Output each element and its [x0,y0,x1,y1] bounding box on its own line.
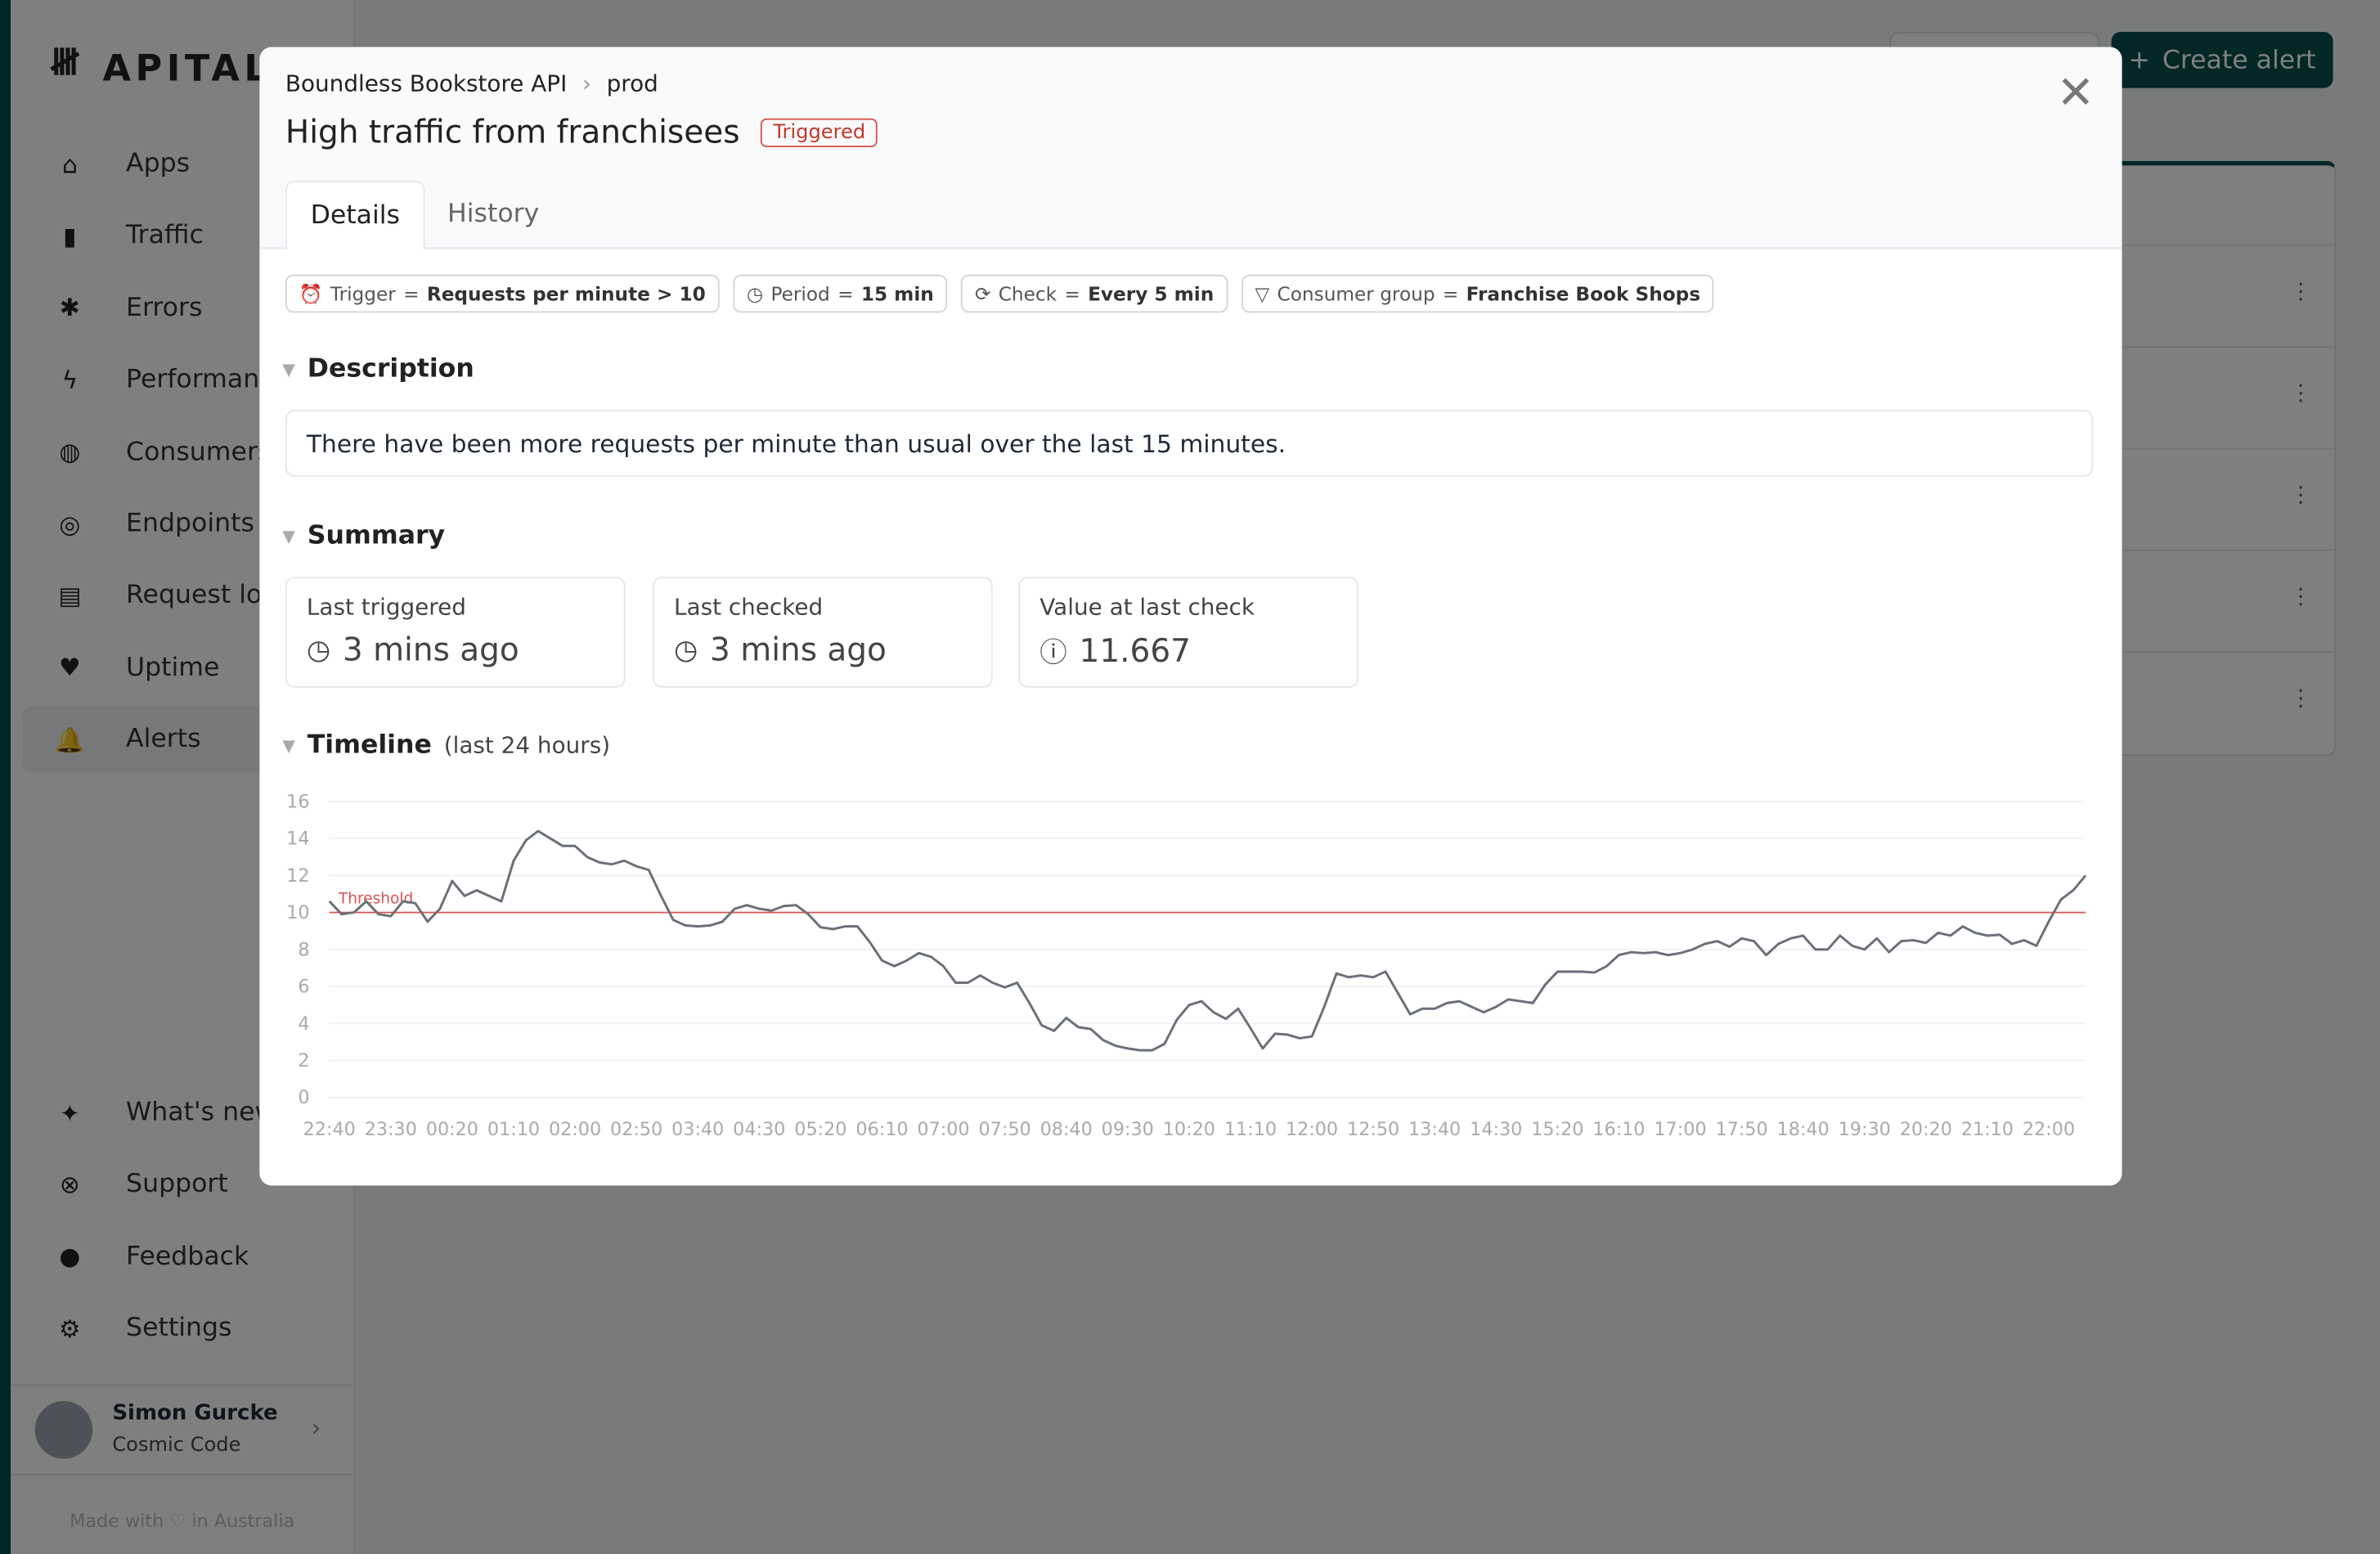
x-tick-label: 12:50 [1347,1119,1399,1140]
x-tick-label: 13:40 [1408,1119,1461,1140]
x-tick-label: 22:00 [2023,1119,2075,1140]
x-tick-label: 14:30 [1470,1119,1522,1140]
x-tick-label: 15:20 [1531,1119,1583,1140]
x-tick-label: 01:10 [487,1119,540,1140]
y-tick-label: 8 [298,939,309,960]
x-tick-label: 02:50 [610,1119,662,1140]
x-tick-label: 10:20 [1163,1119,1215,1140]
x-tick-label: 17:00 [1654,1119,1706,1140]
x-tick-label: 20:20 [1900,1119,1952,1140]
y-tick-label: 6 [298,977,309,998]
x-tick-label: 11:10 [1224,1119,1277,1140]
y-tick-label: 2 [298,1050,309,1071]
x-tick-label: 08:40 [1040,1119,1093,1140]
timeline-chart: 0 2 4 6 8 10 12 14 16 22:40 23:30 00:20 01:10 02:00 02… [286,791,2087,1140]
x-tick-label: 16:10 [1592,1119,1645,1140]
x-tick-label: 05:20 [794,1119,846,1140]
y-tick-label: 0 [298,1087,309,1108]
x-tick-label: 12:00 [1286,1119,1338,1140]
x-tick-label: 09:30 [1102,1119,1154,1140]
x-tick-label: 07:00 [917,1119,969,1140]
y-tick-label: 12 [286,865,309,887]
x-tick-label: 21:10 [1961,1119,2014,1140]
y-tick-label: 4 [298,1013,309,1035]
x-tick-label: 02:00 [549,1119,601,1140]
threshold-label: Threshold [338,890,413,907]
x-tick-label: 03:40 [671,1119,724,1140]
x-tick-label: 23:30 [365,1119,417,1140]
x-tick-label: 19:30 [1839,1119,1891,1140]
y-tick-label: 10 [286,902,309,923]
x-tick-label: 04:30 [733,1119,785,1140]
x-tick-label: 06:10 [855,1119,908,1140]
series-line [328,829,2087,1052]
alert-details-modal: Boundless Bookstore API › prod High traf… [259,47,2122,1186]
x-tick-label: 17:50 [1715,1119,1767,1140]
x-tick-label: 07:50 [979,1119,1031,1140]
x-tick-label: 00:20 [426,1119,478,1140]
x-tick-label: 22:40 [303,1119,356,1140]
y-tick-label: 14 [286,829,309,850]
x-tick-label: 18:40 [1777,1119,1830,1140]
y-tick-label: 16 [286,791,309,812]
